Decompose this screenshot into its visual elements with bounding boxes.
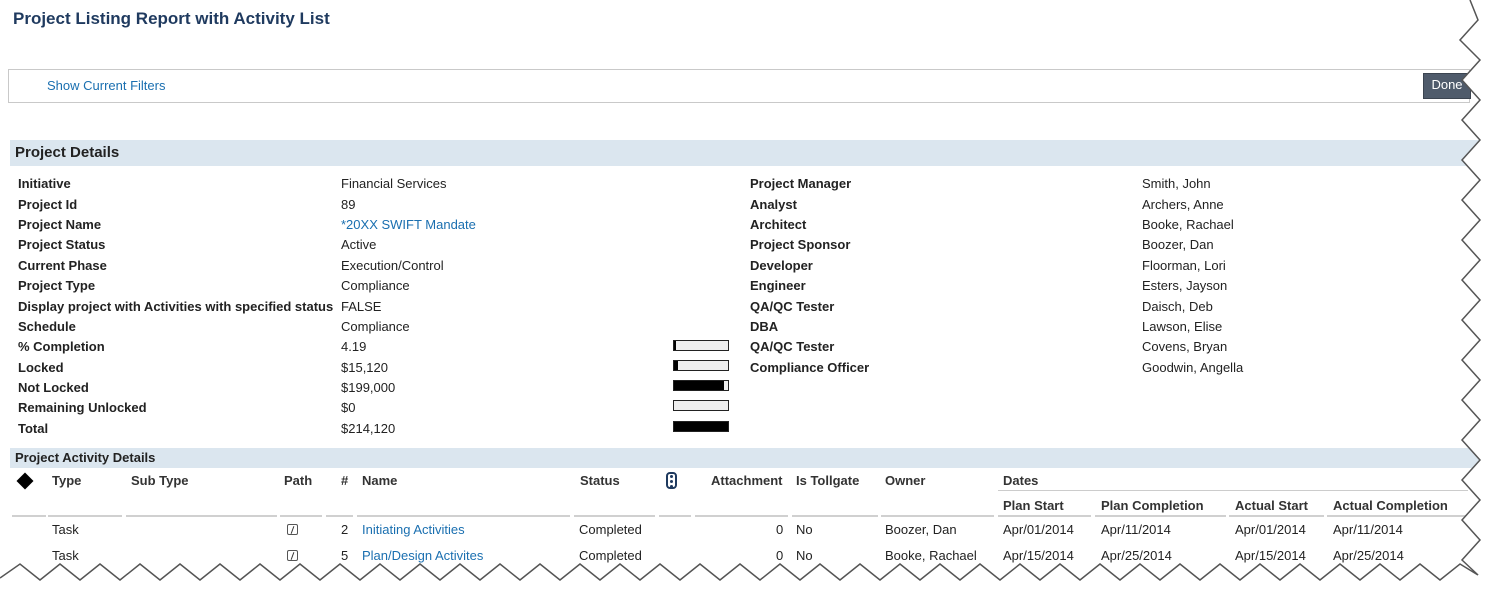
report-page: Project Listing Report with Activity Lis… bbox=[0, 0, 1495, 600]
torn-edge-border bbox=[0, 0, 1495, 600]
